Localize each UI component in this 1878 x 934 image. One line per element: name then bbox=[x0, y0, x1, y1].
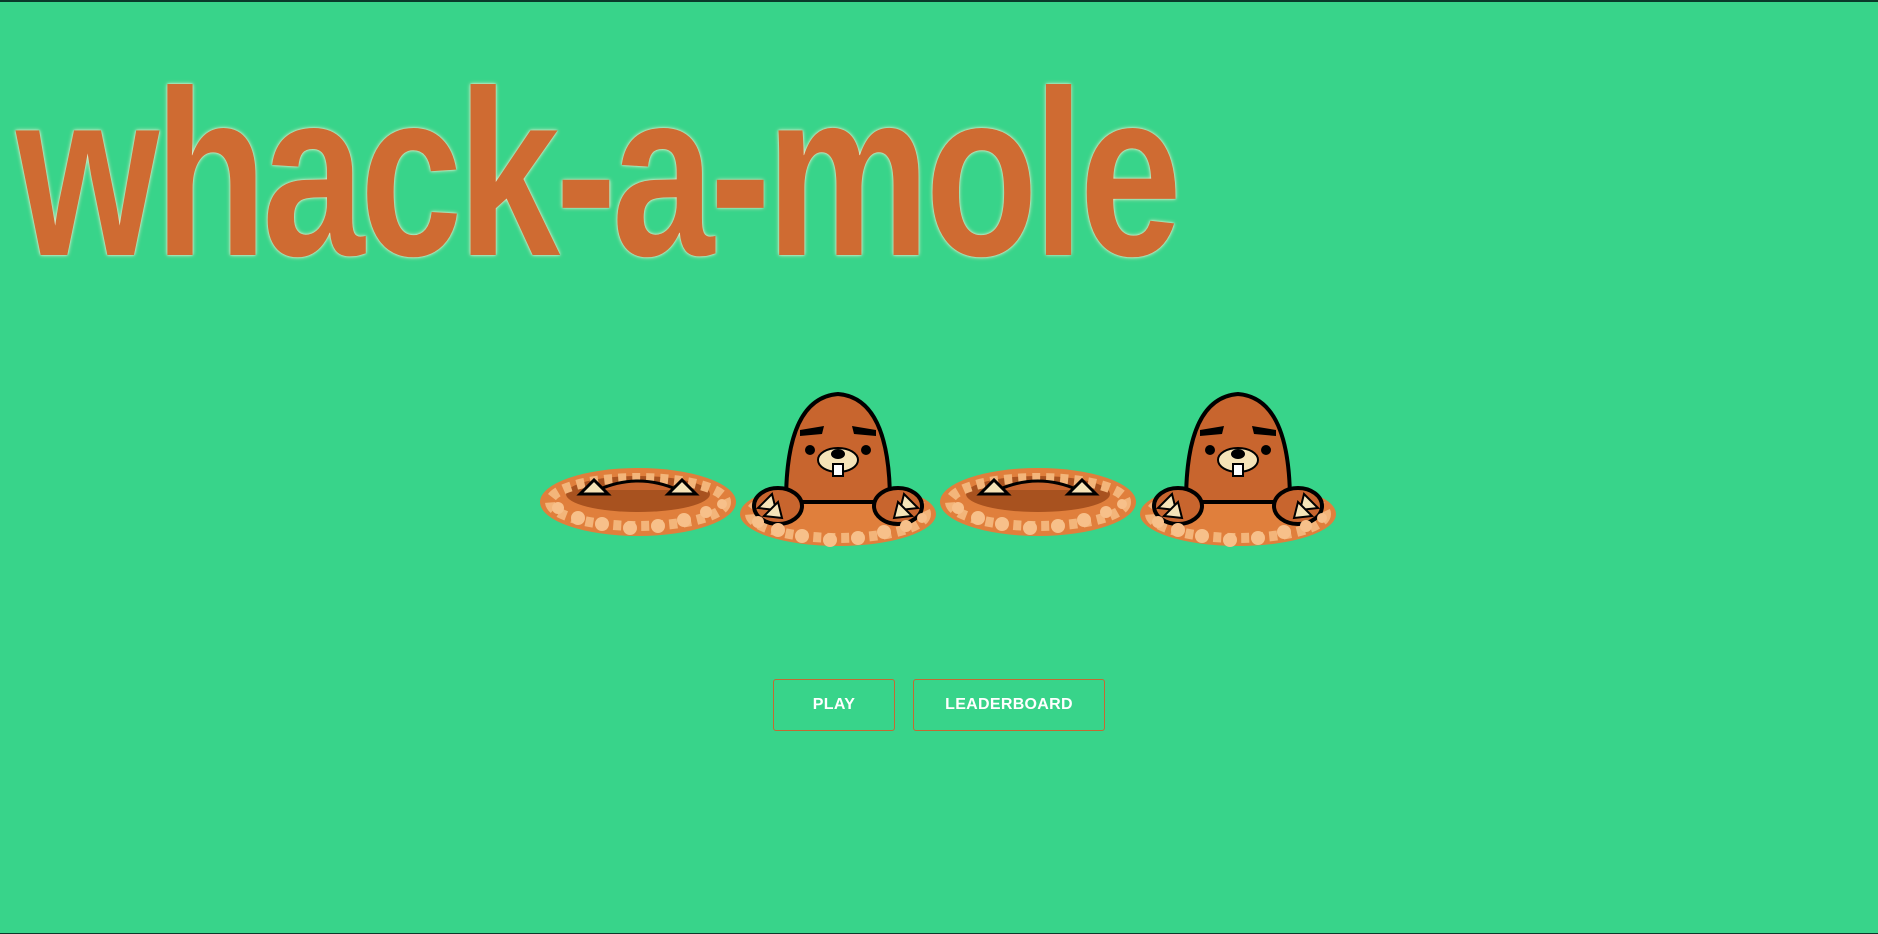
game-screen: whack-a-mole PLAY LEADERBOARD bbox=[0, 0, 1878, 934]
mole-claws-icon bbox=[540, 468, 736, 536]
mole-icon bbox=[740, 391, 936, 547]
mole-hole-4[interactable] bbox=[1138, 390, 1338, 550]
mole-hole-1[interactable] bbox=[538, 390, 738, 550]
mole-claws-icon bbox=[940, 468, 1136, 536]
menu-buttons: PLAY LEADERBOARD bbox=[773, 679, 1105, 731]
mole-hole-2[interactable] bbox=[738, 390, 938, 550]
play-button[interactable]: PLAY bbox=[773, 679, 895, 731]
mole-holes-row bbox=[538, 390, 1342, 550]
leaderboard-button[interactable]: LEADERBOARD bbox=[913, 679, 1105, 731]
game-title: whack-a-mole bbox=[16, 42, 1182, 306]
mole-hole-3[interactable] bbox=[938, 390, 1138, 550]
mole-icon bbox=[1140, 391, 1336, 547]
